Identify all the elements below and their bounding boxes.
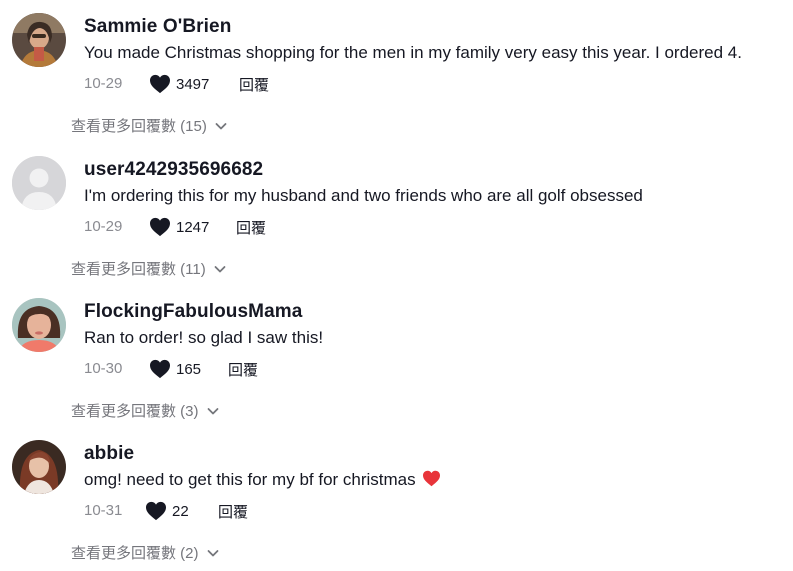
username[interactable]: abbie — [84, 443, 134, 465]
like-button[interactable]: 1247 — [149, 215, 209, 239]
red-heart-emoji-icon — [422, 470, 440, 487]
comment-date: 10-31 — [84, 502, 123, 519]
comment-date: 10-29 — [84, 218, 123, 235]
avatar-photo — [12, 13, 66, 67]
chevron-down-icon — [215, 122, 227, 129]
view-more-replies-label: 查看更多回覆數 (15) — [71, 118, 207, 135]
chevron-down-icon — [207, 549, 218, 556]
view-more-replies-button[interactable]: 查看更多回覆數 (11) — [71, 258, 227, 279]
avatar[interactable] — [12, 440, 66, 494]
like-button[interactable]: 165 — [149, 357, 201, 381]
comment-text: omg! need to get this for my bf for chri… — [84, 470, 441, 490]
default-avatar-icon — [12, 156, 66, 210]
view-more-replies-button[interactable]: 查看更多回覆數 (15) — [71, 115, 228, 136]
comment-text: You made Christmas shopping for the men … — [84, 43, 742, 62]
heart-icon[interactable] — [149, 217, 171, 237]
like-button[interactable]: 3497 — [149, 72, 209, 96]
reply-button[interactable]: 回覆 — [239, 74, 269, 95]
comment-item: Sammie O'Brien You made Christmas shoppi… — [0, 0, 793, 143]
chevron-down-icon — [214, 265, 226, 272]
like-count: 22 — [172, 502, 189, 520]
like-button[interactable]: 22 — [145, 499, 189, 523]
heart-icon[interactable] — [145, 501, 167, 521]
avatar[interactable] — [12, 13, 66, 67]
comment-text: I'm ordering this for my husband and two… — [84, 186, 643, 205]
comment-text: Ran to order! so glad I saw this! — [84, 328, 324, 347]
reply-button[interactable]: 回覆 — [218, 501, 248, 522]
comment-text-content: omg! need to get this for my bf for chri… — [84, 470, 416, 489]
avatar-photo — [12, 440, 66, 494]
view-more-replies-label: 查看更多回覆數 (2) — [71, 545, 199, 562]
reply-button[interactable]: 回覆 — [228, 359, 258, 380]
comment-item: abbie omg! need to get this for my bf fo… — [0, 427, 793, 570]
avatar[interactable] — [12, 156, 66, 210]
view-more-replies-button[interactable]: 查看更多回覆數 (3) — [71, 400, 220, 421]
chevron-down-icon — [207, 407, 218, 414]
comment-item: user4242935696682 I'm ordering this for … — [0, 143, 793, 286]
username[interactable]: FlockingFabulousMama — [84, 301, 302, 323]
view-more-replies-button[interactable]: 查看更多回覆數 (2) — [71, 542, 220, 563]
avatar-photo — [12, 298, 66, 352]
comment-item: FlockingFabulousMama Ran to order! so gl… — [0, 285, 793, 428]
like-count: 165 — [176, 360, 202, 378]
view-more-replies-label: 查看更多回覆數 (3) — [71, 403, 199, 420]
comment-date: 10-30 — [84, 360, 123, 377]
comment-date: 10-29 — [84, 75, 123, 92]
like-count: 3497 — [176, 75, 210, 93]
avatar[interactable] — [12, 298, 66, 352]
heart-icon[interactable] — [149, 359, 171, 379]
username[interactable]: user4242935696682 — [84, 159, 263, 181]
view-more-replies-label: 查看更多回覆數 (11) — [71, 261, 206, 278]
username[interactable]: Sammie O'Brien — [84, 16, 231, 38]
heart-icon[interactable] — [149, 74, 171, 94]
like-count: 1247 — [176, 218, 210, 236]
reply-button[interactable]: 回覆 — [236, 217, 266, 238]
